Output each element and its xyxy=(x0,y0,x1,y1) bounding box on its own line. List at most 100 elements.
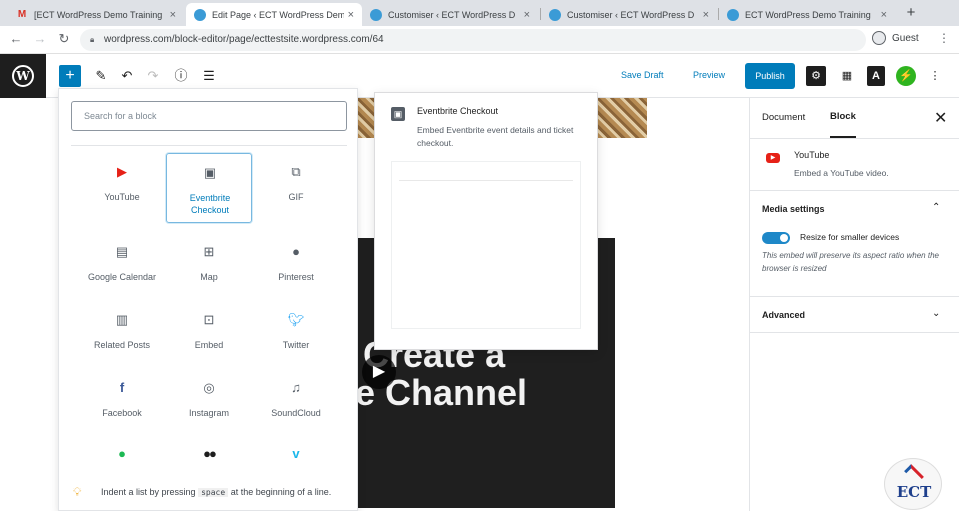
block-label: Google Calendar xyxy=(87,272,157,282)
browser-menu-icon[interactable]: ⋮ xyxy=(938,31,950,45)
divider xyxy=(750,190,959,191)
block-preview-popover: ▣ Eventbrite Checkout Embed Eventbrite e… xyxy=(374,92,598,350)
browser-tab-demo-training[interactable]: ECT WordPress Demo Training × xyxy=(719,3,895,26)
block-facebook[interactable]: f Facebook xyxy=(79,369,165,439)
block-map[interactable]: ⊞ Map xyxy=(166,233,252,303)
wordpress-icon xyxy=(549,8,561,21)
block-search-input[interactable]: Search for a block xyxy=(71,101,347,131)
block-gif[interactable]: ⧉ GIF xyxy=(253,153,339,223)
forward-icon[interactable]: → xyxy=(32,31,48,47)
edit-icon[interactable]: ✎ xyxy=(92,66,110,86)
preview-area xyxy=(391,161,581,329)
block-google-calendar[interactable]: ▤ Google Calendar xyxy=(79,233,165,303)
undo-icon[interactable]: ↶ xyxy=(118,66,136,86)
block-label: Instagram xyxy=(188,408,230,418)
reload-icon[interactable]: ↻ xyxy=(56,31,72,47)
info-icon[interactable]: ⓘ xyxy=(172,66,190,86)
block-youtube[interactable]: ▶ YouTube xyxy=(79,153,165,223)
publish-button[interactable]: Publish xyxy=(745,63,795,89)
save-draft-button[interactable]: Save Draft xyxy=(621,70,664,80)
outline-icon[interactable]: ☰ xyxy=(200,66,218,86)
preview-placeholder-line xyxy=(399,167,573,181)
tab-block[interactable]: Block xyxy=(830,98,856,138)
address-bar-row: ← → ↻ 🔒︎ wordpress.com/block-editor/page… xyxy=(0,26,959,54)
browser-tab-edit-page[interactable]: Edit Page ‹ ECT WordPress Dem × xyxy=(186,3,362,26)
tab-title: ECT WordPress Demo Training xyxy=(745,9,871,20)
instagram-icon: ◎ xyxy=(203,380,215,395)
close-icon[interactable]: × xyxy=(524,9,530,21)
block-embed[interactable]: ⊡ Embed xyxy=(166,301,252,371)
new-tab-button[interactable]: + xyxy=(902,4,920,22)
chevron-down-icon[interactable]: ⌄ xyxy=(932,308,940,319)
block-label: Map xyxy=(200,272,218,282)
browser-tab-customiser-2[interactable]: Customiser ‹ ECT WordPress D × xyxy=(541,3,717,26)
divider xyxy=(750,296,959,297)
block-pinterest[interactable]: ● Pinterest xyxy=(253,233,339,303)
tab-title: [ECT WordPress Demo Training xyxy=(34,9,163,20)
block-card-title: YouTube xyxy=(794,150,830,160)
close-icon[interactable]: × xyxy=(170,9,176,21)
back-icon[interactable]: ← xyxy=(8,31,24,47)
chevron-up-icon[interactable]: ⌃ xyxy=(932,202,940,213)
advanced-section-toggle[interactable]: Advanced xyxy=(762,310,805,320)
wordpress-icon xyxy=(194,8,206,21)
wordpress-logo-button[interactable]: W xyxy=(0,54,46,98)
youtube-icon: ▶ xyxy=(766,153,780,163)
block-label: Related Posts xyxy=(93,340,151,350)
preview-title: Eventbrite Checkout xyxy=(417,106,499,116)
youtube-icon: ▶ xyxy=(117,164,127,179)
play-icon[interactable]: ▶ xyxy=(362,355,396,389)
ect-watermark-logo: ECT xyxy=(884,458,942,510)
typography-a-icon[interactable]: A xyxy=(867,66,885,86)
inserter-tip: 💡︎ Indent a list by pressing space at th… xyxy=(73,485,332,499)
wordpress-icon xyxy=(727,8,739,21)
related-posts-icon: ▥ xyxy=(115,312,129,327)
resize-help-text: This embed will preserve its aspect rati… xyxy=(762,251,939,273)
lock-icon: 🔒︎ xyxy=(90,35,95,44)
eventbrite-icon: ▣ xyxy=(203,165,217,180)
block-label: YouTube xyxy=(104,192,140,202)
profile-button[interactable]: Guest xyxy=(872,31,919,45)
redo-icon[interactable]: ↷ xyxy=(144,66,162,86)
block-flickr[interactable]: ●● xyxy=(166,435,252,475)
divider xyxy=(750,332,959,333)
block-instagram[interactable]: ◎ Instagram xyxy=(166,369,252,439)
block-soundcloud[interactable]: ♫ SoundCloud xyxy=(253,369,339,439)
jetpack-icon[interactable]: ⚡ xyxy=(896,66,916,86)
browser-tab-customiser-1[interactable]: Customiser ‹ ECT WordPress D × xyxy=(362,3,538,26)
close-icon[interactable]: × xyxy=(703,9,709,21)
block-label: Twitter xyxy=(282,340,310,350)
close-icon[interactable]: × xyxy=(348,9,354,21)
wordpress-icon xyxy=(370,8,382,21)
divider xyxy=(750,138,959,139)
gmail-icon: M xyxy=(17,9,27,20)
close-icon[interactable]: ✕ xyxy=(934,108,947,128)
block-label: Facebook xyxy=(102,408,142,418)
tab-title: Customiser ‹ ECT WordPress D xyxy=(388,9,516,20)
toggle-knob xyxy=(780,234,788,242)
close-icon[interactable]: × xyxy=(881,9,887,21)
media-settings-toggle[interactable]: Media settings xyxy=(762,204,825,214)
block-inserter-toggle[interactable]: + xyxy=(59,65,81,87)
divider xyxy=(71,145,347,146)
profile-label: Guest xyxy=(892,32,919,44)
twitter-icon: 🐦︎ xyxy=(287,312,305,327)
browser-tab-gmail[interactable]: M [ECT WordPress Demo Training × xyxy=(8,3,184,26)
preview-button[interactable]: Preview xyxy=(693,70,725,80)
wordpress-icon: W xyxy=(12,65,34,87)
block-navigation-icon[interactable]: ▦ xyxy=(837,66,857,86)
url-input[interactable]: 🔒︎ wordpress.com/block-editor/page/ectte… xyxy=(80,29,866,51)
vimeo-icon: v xyxy=(292,446,300,461)
block-label: Embed xyxy=(194,340,224,350)
block-eventbrite-checkout[interactable]: ▣ Eventbrite Checkout xyxy=(166,153,252,223)
more-options-icon[interactable]: ⋮ xyxy=(925,66,945,86)
lightbulb-icon: 💡︎ xyxy=(73,485,82,499)
settings-gear-icon[interactable]: ⚙ xyxy=(806,66,826,86)
block-twitter[interactable]: 🐦︎ Twitter xyxy=(253,301,339,371)
block-spotify[interactable]: ● xyxy=(79,435,165,475)
settings-sidebar: Document Block ✕ ▶ YouTube Embed a YouTu… xyxy=(749,98,959,511)
resize-toggle[interactable] xyxy=(762,232,790,244)
block-vimeo[interactable]: v xyxy=(253,435,339,475)
tab-document[interactable]: Document xyxy=(762,98,805,138)
block-related-posts[interactable]: ▥ Related Posts xyxy=(79,301,165,371)
